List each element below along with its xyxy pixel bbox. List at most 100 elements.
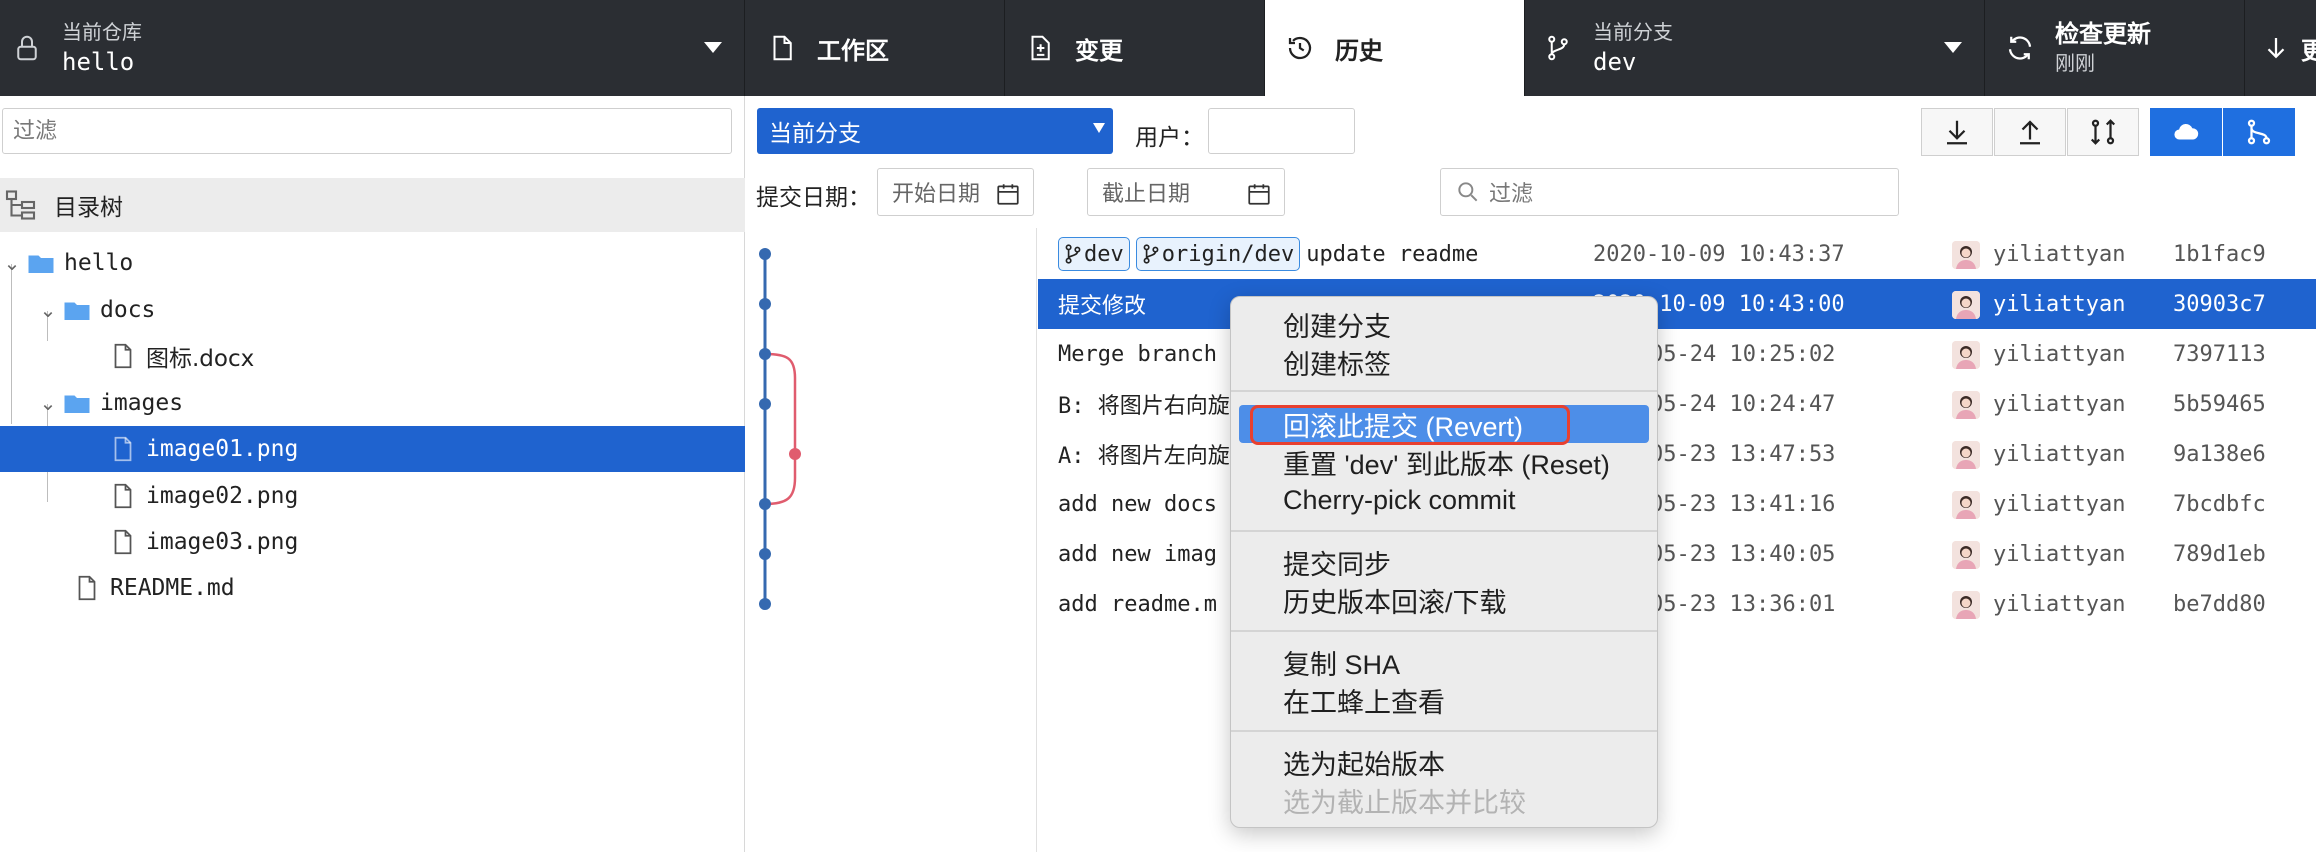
pull-button-label: 更	[2301, 36, 2316, 65]
sync-button[interactable]	[2067, 108, 2139, 156]
menu-item-copy-sha[interactable]: 复制 SHA	[1239, 643, 1649, 681]
tree-item-docs[interactable]: ⌄ docs	[0, 287, 745, 333]
caret-down-icon	[1093, 123, 1105, 133]
graph-node	[789, 448, 801, 460]
commit-sha: 7bcdbfc	[2173, 491, 2266, 517]
commit-date-label: 提交日期：	[756, 185, 871, 211]
commit-sha: 30903c7	[2173, 291, 2266, 317]
commit-author: yiliattyan	[1993, 541, 2126, 567]
pull-button[interactable]: 更	[2245, 0, 2316, 96]
commit-message: 提交修改	[1058, 294, 1147, 319]
context-menu: 创建分支 创建标签 回滚此提交 (Revert) 重置 'dev' 到此版本 (…	[1230, 296, 1658, 828]
chevron-down-icon[interactable]: ⌄	[36, 391, 60, 415]
history-icon	[1283, 31, 1317, 65]
tab-workspace-label: 工作区	[817, 36, 889, 65]
commit-sha: 7397113	[2173, 341, 2266, 367]
upload-icon	[2020, 120, 2040, 145]
commit-message: add new docs	[1058, 491, 1217, 517]
tree-item-file[interactable]: image03.png	[0, 519, 745, 565]
commit-sha: be7dd80	[2173, 591, 2266, 617]
check-updates-button[interactable]: 检查更新 刚刚	[1985, 0, 2245, 96]
file-icon	[106, 434, 140, 464]
tab-changes-label: 变更	[1075, 36, 1123, 65]
chevron-down-icon	[1944, 42, 1962, 53]
graph-node	[759, 298, 771, 310]
graph-branch-button[interactable]	[2223, 108, 2295, 156]
commit-search-input[interactable]: 过滤	[1440, 168, 1899, 216]
branch-icon	[1143, 244, 1159, 264]
chevron-down-icon[interactable]: ⌄	[36, 298, 60, 322]
branch-icon	[1065, 244, 1081, 264]
file-filter-input[interactable]	[2, 108, 732, 154]
lock-icon	[10, 31, 44, 65]
repo-selector[interactable]: 当前仓库 hello	[0, 0, 745, 96]
check-updates-subtitle: 刚刚	[2055, 51, 2095, 75]
user-filter-input[interactable]	[1208, 108, 1355, 154]
menu-item-create-tag[interactable]: 创建标签	[1239, 343, 1649, 381]
branch-selector[interactable]: 当前分支 dev	[1525, 0, 1985, 96]
graph-node	[759, 498, 771, 510]
tree-item-label: image01.png	[146, 436, 299, 462]
calendar-icon[interactable]	[1246, 181, 1272, 207]
commit-author: yiliattyan	[1993, 441, 2126, 467]
branch-name: dev	[1593, 48, 1637, 76]
search-icon	[1458, 182, 1478, 202]
calendar-icon[interactable]	[995, 181, 1021, 207]
menu-item-revert[interactable]: 回滚此提交 (Revert)	[1239, 405, 1649, 443]
commit-author: yiliattyan	[1993, 391, 2126, 417]
tree-item-hello[interactable]: ⌄ hello	[0, 240, 745, 286]
tree-item-images[interactable]: ⌄ images	[0, 380, 745, 426]
branch-caption: 当前分支	[1593, 20, 1673, 44]
branch-filter-select[interactable]: 当前分支	[757, 108, 1113, 154]
tab-history[interactable]: 历史	[1265, 0, 1525, 96]
commit-message: add new imag	[1058, 541, 1217, 567]
menu-item-view-online[interactable]: 在工蜂上查看	[1239, 681, 1649, 719]
avatar	[1952, 341, 1980, 369]
commit-sha: 5b59465	[2173, 391, 2266, 417]
menu-item-select-start[interactable]: 选为起始版本	[1239, 743, 1649, 781]
graph-node	[759, 398, 771, 410]
start-date-field[interactable]: 开始日期	[877, 168, 1034, 216]
tree-item-file[interactable]: 图标.docx	[0, 333, 745, 379]
menu-separator	[1231, 730, 1657, 732]
top-bar: 当前仓库 hello 工作区 变更 历史 当前分支 dev 检查更新 刚刚 更	[0, 0, 2316, 96]
branch-tag[interactable]: origin/dev	[1135, 237, 1301, 271]
tree-item-file[interactable]: image02.png	[0, 473, 745, 519]
end-date-field[interactable]: 截止日期	[1087, 168, 1285, 216]
commit-date: 05-23 13:36:01	[1650, 591, 1836, 617]
commit-message: B: 将图片右向旋	[1058, 394, 1230, 419]
start-date-placeholder: 开始日期	[892, 182, 981, 207]
commit-row[interactable]: dev origin/dev update readme 2020-10-09 …	[1038, 229, 2316, 279]
branch-tag[interactable]: dev	[1058, 237, 1130, 271]
tree-item-file[interactable]: README.md	[0, 565, 745, 611]
upload-button[interactable]	[1994, 108, 2066, 156]
menu-item-cherry-pick[interactable]: Cherry-pick commit	[1239, 481, 1649, 519]
tree-icon	[5, 190, 36, 220]
menu-item-reset[interactable]: 重置 'dev' 到此版本 (Reset)	[1239, 443, 1649, 481]
file-icon	[106, 527, 140, 557]
tab-changes[interactable]: 变更	[1005, 0, 1265, 96]
menu-separator	[1231, 630, 1657, 632]
end-date-placeholder: 截止日期	[1102, 182, 1191, 207]
menu-item-commit-sync[interactable]: 提交同步	[1239, 543, 1649, 581]
repo-name: hello	[62, 48, 135, 76]
tree-item-file-selected[interactable]: image01.png	[0, 426, 745, 472]
commit-graph-svg	[759, 248, 801, 610]
commit-message: A: 将图片左向旋	[1058, 444, 1230, 469]
cloud-button[interactable]	[2150, 108, 2222, 156]
tree-header: 目录树	[0, 178, 745, 232]
chevron-down-icon[interactable]: ⌄	[0, 251, 24, 275]
menu-item-create-branch[interactable]: 创建分支	[1239, 305, 1649, 343]
tab-workspace[interactable]: 工作区	[745, 0, 1005, 96]
commit-author: yiliattyan	[1993, 591, 2126, 617]
user-label: 用户：	[1135, 125, 1204, 151]
folder-icon	[60, 388, 94, 418]
branch-icon	[1541, 31, 1575, 65]
avatar	[1952, 291, 1980, 319]
tree-item-label: docs	[100, 297, 156, 323]
graph-node	[759, 548, 771, 560]
tree-title: 目录树	[54, 195, 123, 221]
menu-item-history-rollback[interactable]: 历史版本回滚/下载	[1239, 581, 1649, 619]
download-button[interactable]	[1921, 108, 1993, 156]
left-panel: 目录树 ⌄ hello ⌄ docs 图标.docx ⌄ images imag…	[0, 96, 745, 852]
